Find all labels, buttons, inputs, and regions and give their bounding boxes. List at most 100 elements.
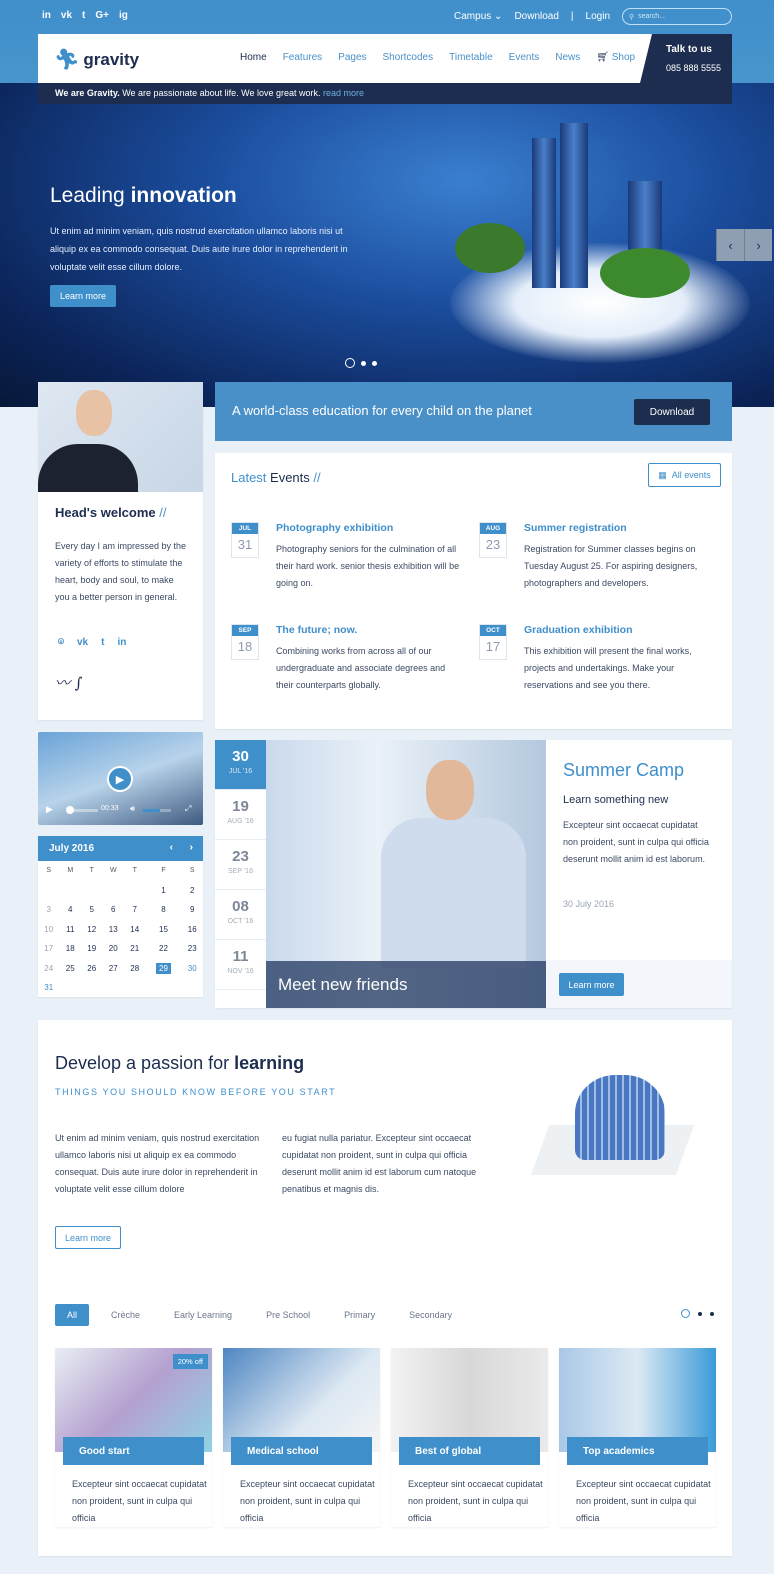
tab-all[interactable]: All bbox=[55, 1304, 90, 1326]
calendar-day[interactable]: 25 bbox=[60, 959, 82, 979]
program-card[interactable]: Top academics Excepteur sint occaecat cup… bbox=[559, 1348, 716, 1527]
volume-slider[interactable] bbox=[143, 809, 171, 812]
program-card[interactable]: Best of global Excepteur sint occaecat cu… bbox=[391, 1348, 548, 1527]
tab-primary[interactable]: Primary bbox=[332, 1304, 387, 1326]
calendar-day[interactable]: 27 bbox=[103, 959, 125, 979]
calendar-day[interactable]: 7 bbox=[124, 900, 146, 920]
tab-early-learning[interactable]: Early Learning bbox=[162, 1304, 244, 1326]
calendar-day[interactable]: 17 bbox=[38, 939, 60, 959]
calendar-day[interactable]: 4 bbox=[60, 900, 82, 920]
selected-day[interactable]: 29 bbox=[156, 962, 171, 974]
login-link[interactable]: Login bbox=[586, 11, 610, 22]
logo[interactable]: 🏃︎ gravity bbox=[54, 47, 139, 72]
calendar-day[interactable]: 9 bbox=[181, 900, 203, 920]
calendar-day[interactable]: 2 bbox=[181, 881, 203, 901]
carousel-dot[interactable] bbox=[698, 1311, 702, 1316]
calendar-day[interactable]: 29 bbox=[146, 959, 182, 979]
calendar-day[interactable]: 11 bbox=[60, 920, 82, 940]
calendar-day[interactable]: 26 bbox=[81, 959, 103, 979]
nav-home[interactable]: Home bbox=[240, 52, 267, 63]
linkedin-icon[interactable]: in bbox=[117, 637, 126, 648]
calendar-day[interactable]: 8 bbox=[146, 900, 182, 920]
video-progress-bar[interactable] bbox=[66, 806, 98, 814]
play-overlay-button[interactable]: ▶ bbox=[107, 766, 133, 792]
progress-handle[interactable] bbox=[66, 806, 74, 814]
learning-learn-more-button[interactable]: Learn more bbox=[55, 1226, 121, 1249]
calendar-day[interactable]: 6 bbox=[103, 900, 125, 920]
event-title[interactable]: Summer registration bbox=[524, 522, 709, 534]
tab-pre-school[interactable]: Pre School bbox=[254, 1304, 322, 1326]
featured-learn-more-button[interactable]: Learn more bbox=[559, 973, 624, 996]
play-button[interactable]: ▶ bbox=[46, 804, 53, 815]
calendar-day[interactable]: 19 bbox=[81, 939, 103, 959]
calendar-day[interactable]: 20 bbox=[103, 939, 125, 959]
vk-icon[interactable]: vk bbox=[77, 637, 88, 648]
dribbble-icon[interactable]: ⌾ bbox=[58, 637, 64, 648]
twitter-icon[interactable]: t bbox=[82, 10, 85, 21]
fullscreen-icon[interactable]: ⤢ bbox=[185, 804, 191, 814]
event-title[interactable]: Photography exhibition bbox=[276, 522, 461, 534]
calendar-day[interactable]: 15 bbox=[146, 920, 182, 940]
event-item[interactable]: OCT 17 Graduation exhibition This exhibitio… bbox=[479, 624, 709, 694]
event-item[interactable]: AUG 23 Summer registration Registration for… bbox=[479, 522, 709, 592]
slider-dot[interactable] bbox=[361, 360, 366, 366]
carousel-dot-active[interactable] bbox=[681, 1309, 690, 1318]
date-tab[interactable]: 19 AUG '16 bbox=[215, 790, 266, 840]
calendar-day[interactable]: 18 bbox=[60, 939, 82, 959]
calendar-next-button[interactable]: › bbox=[190, 842, 193, 853]
linkedin-icon[interactable]: in bbox=[42, 10, 51, 21]
calendar-day[interactable]: 1 bbox=[146, 881, 182, 901]
program-card[interactable]: 20% off Good start Excepteur sint occaecat… bbox=[55, 1348, 212, 1527]
nav-timetable[interactable]: Timetable bbox=[449, 52, 493, 63]
calendar-day[interactable]: 12 bbox=[81, 920, 103, 940]
calendar-day[interactable]: 21 bbox=[124, 939, 146, 959]
event-title[interactable]: The future; now. bbox=[276, 624, 461, 636]
video-player[interactable]: ▶ ▶ 00:33 🔊︎ ⤢ bbox=[38, 732, 203, 825]
calendar-prev-button[interactable]: ‹ bbox=[170, 842, 173, 853]
contact-phone[interactable]: 085 888 5555 bbox=[666, 63, 721, 73]
google-plus-icon[interactable]: G+ bbox=[95, 10, 109, 21]
nav-shop[interactable]: 🛒︎ Shop bbox=[596, 52, 635, 63]
date-tab[interactable]: 23 SEP '16 bbox=[215, 840, 266, 890]
tab-secondary[interactable]: Secondary bbox=[397, 1304, 464, 1326]
calendar-day[interactable]: 10 bbox=[38, 920, 60, 940]
date-tab[interactable]: 08 OCT '16 bbox=[215, 890, 266, 940]
nav-features[interactable]: Features bbox=[283, 52, 322, 63]
campus-dropdown[interactable]: Campus ⌄ bbox=[454, 11, 502, 22]
calendar-day[interactable]: 22 bbox=[146, 939, 182, 959]
download-link[interactable]: Download bbox=[514, 11, 558, 22]
volume-icon[interactable]: 🔊︎ bbox=[130, 804, 135, 814]
slider-next-button[interactable]: › bbox=[744, 229, 772, 261]
event-item[interactable]: JUL 31 Photography exhibition Photography s… bbox=[231, 522, 461, 592]
nav-shortcodes[interactable]: Shortcodes bbox=[383, 52, 434, 63]
calendar-day[interactable]: 24 bbox=[38, 959, 60, 979]
nav-news[interactable]: News bbox=[555, 52, 580, 63]
calendar-day[interactable]: 23 bbox=[181, 939, 203, 959]
vk-icon[interactable]: vk bbox=[61, 10, 72, 21]
slider-dot-active[interactable] bbox=[345, 358, 355, 368]
carousel-dot[interactable] bbox=[710, 1311, 714, 1316]
event-title[interactable]: Graduation exhibition bbox=[524, 624, 709, 636]
slider-dot[interactable] bbox=[372, 360, 377, 366]
calendar-day[interactable]: 5 bbox=[81, 900, 103, 920]
calendar-day[interactable]: 13 bbox=[103, 920, 125, 940]
tab-creche[interactable]: Crèche bbox=[99, 1304, 152, 1326]
nav-events[interactable]: Events bbox=[509, 52, 540, 63]
date-tab[interactable]: 11 NOV '16 bbox=[215, 940, 266, 990]
download-button[interactable]: Download bbox=[634, 399, 710, 425]
program-card[interactable]: Medical school Excepteur sint occaecat cu… bbox=[223, 1348, 380, 1527]
calendar-day[interactable]: 16 bbox=[181, 920, 203, 940]
read-more-link[interactable]: read more bbox=[323, 88, 364, 98]
twitter-icon[interactable]: t bbox=[101, 637, 104, 648]
calendar-day[interactable]: 30 bbox=[181, 959, 203, 979]
date-tab[interactable]: 30 JUL '16 bbox=[215, 740, 266, 790]
instagram-icon[interactable]: ig bbox=[119, 10, 128, 21]
nav-pages[interactable]: Pages bbox=[338, 52, 366, 63]
calendar-day[interactable]: 28 bbox=[124, 959, 146, 979]
hero-learn-more-button[interactable]: Learn more bbox=[50, 285, 116, 307]
calendar-day[interactable]: 31 bbox=[38, 978, 60, 998]
event-item[interactable]: SEP 18 The future; now. Combining works fro… bbox=[231, 624, 461, 694]
all-events-button[interactable]: ▦ All events bbox=[648, 463, 721, 487]
calendar-day[interactable]: 3 bbox=[38, 900, 60, 920]
calendar-day[interactable]: 14 bbox=[124, 920, 146, 940]
